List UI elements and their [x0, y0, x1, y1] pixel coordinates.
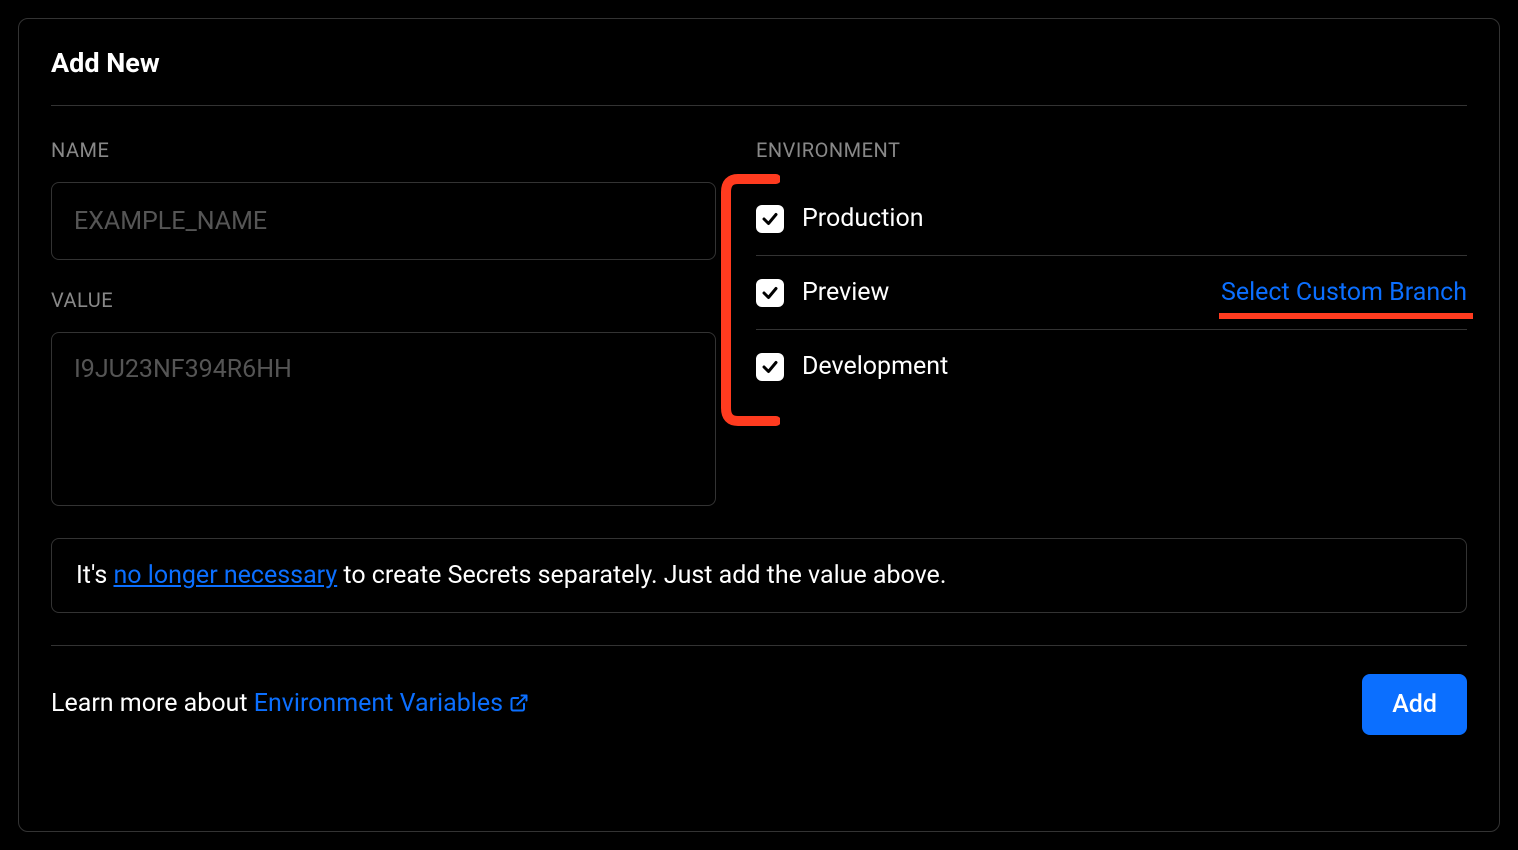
environment-list: Production Preview Select Custom Branch — [756, 182, 1467, 403]
check-icon — [761, 210, 779, 228]
value-label: VALUE — [51, 288, 716, 312]
checkbox-preview[interactable] — [756, 279, 784, 307]
divider — [51, 105, 1467, 106]
value-input[interactable] — [51, 332, 716, 506]
footer-divider — [51, 645, 1467, 646]
info-text-prefix: It's — [76, 561, 113, 590]
annotation-underline — [1219, 313, 1473, 319]
check-icon — [761, 284, 779, 302]
info-text-suffix: to create Secrets separately. Just add t… — [337, 561, 946, 590]
checkbox-production[interactable] — [756, 205, 784, 233]
add-new-panel: Add New NAME VALUE ENVIRONMENT — [18, 18, 1500, 832]
panel-title: Add New — [51, 47, 1467, 79]
environment-label: ENVIRONMENT — [756, 138, 1467, 162]
checkbox-development[interactable] — [756, 353, 784, 381]
add-button[interactable]: Add — [1362, 674, 1467, 735]
env-name-production: Production — [802, 204, 924, 233]
external-link-icon — [509, 691, 529, 720]
env-item-production: Production — [756, 182, 1467, 256]
footer-row: Learn more about Environment Variables A… — [51, 674, 1467, 735]
footer-text: Learn more about Environment Variables — [51, 689, 529, 720]
info-box: It's no longer necessary to create Secre… — [51, 538, 1467, 613]
name-label: NAME — [51, 138, 716, 162]
env-name-development: Development — [802, 352, 948, 381]
name-value-column: NAME VALUE — [51, 138, 716, 510]
environment-column: ENVIRONMENT Production — [756, 138, 1467, 510]
check-icon — [761, 358, 779, 376]
form-row: NAME VALUE ENVIRONMENT — [51, 138, 1467, 510]
env-item-preview: Preview Select Custom Branch — [756, 256, 1467, 330]
footer-prefix: Learn more about — [51, 689, 254, 718]
env-name-preview: Preview — [802, 278, 889, 307]
select-custom-branch-link[interactable]: Select Custom Branch — [1221, 278, 1467, 307]
env-item-development: Development — [756, 330, 1467, 403]
name-input[interactable] — [51, 182, 716, 260]
no-longer-necessary-link[interactable]: no longer necessary — [113, 561, 337, 590]
environment-variables-link[interactable]: Environment Variables — [254, 689, 529, 718]
